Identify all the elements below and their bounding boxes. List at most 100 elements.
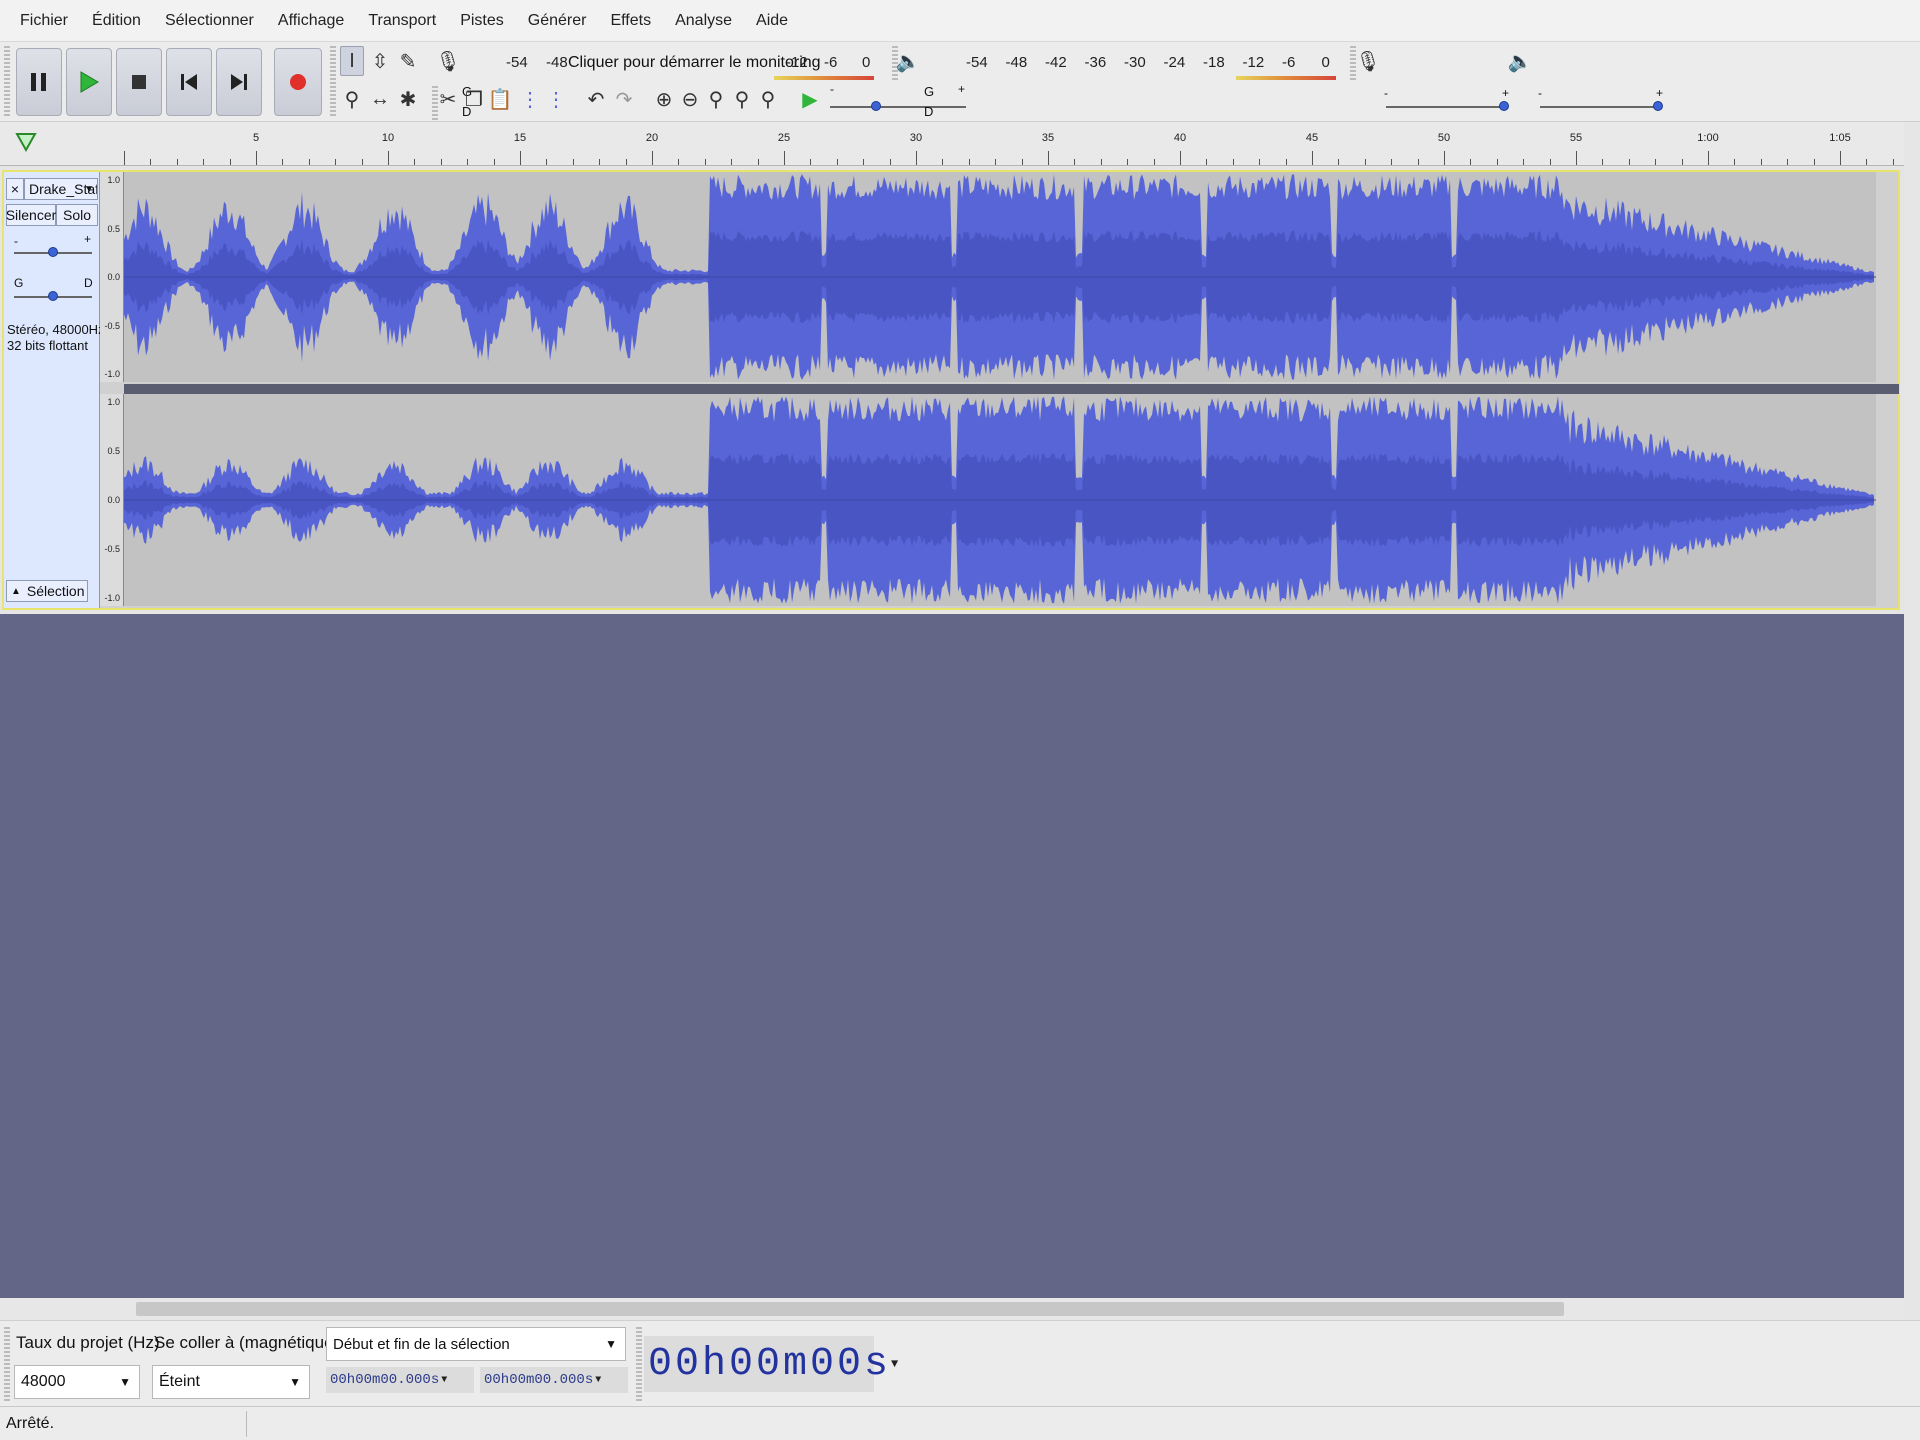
- menu-item[interactable]: Analyse: [663, 0, 744, 42]
- menu-item[interactable]: Effets: [598, 0, 663, 42]
- timeline-tick: [1681, 159, 1683, 165]
- waveform-channel-left[interactable]: [124, 172, 1876, 382]
- timeline-tick: [942, 159, 944, 165]
- empty-track-area[interactable]: [0, 614, 1920, 1298]
- skip-end-icon: [231, 74, 247, 90]
- time-shift-tool-icon[interactable]: ↔: [368, 84, 392, 114]
- timeline-tick: [1391, 159, 1393, 165]
- pan-right-label: D: [84, 276, 93, 290]
- timeline-label: 1:00: [1697, 132, 1719, 144]
- multi-tool-icon[interactable]: ✱: [396, 84, 420, 114]
- selection-end-time[interactable]: 00h00m00.000s ▼: [480, 1367, 628, 1393]
- track-format: Stéréo, 48000Hz: [7, 322, 105, 337]
- playback-meter[interactable]: -54 -48 -42 -36 -30 -24 -18 -12 -6 0: [936, 46, 1336, 82]
- redo-icon[interactable]: ↷: [612, 84, 636, 114]
- menu-item[interactable]: Transport: [356, 0, 448, 42]
- draw-tool-icon[interactable]: ✎: [396, 46, 420, 76]
- pause-button[interactable]: [16, 48, 62, 116]
- track-control-panel[interactable]: × Drake_Staff ▼ Silencer Solo - + G D St…: [4, 172, 105, 608]
- skip-to-start-button[interactable]: [166, 48, 212, 116]
- timeline-ruler[interactable]: 5 10 15 20 25 30 35 40 45 50 55 1:00 1:05: [0, 122, 1920, 166]
- timeline-tick: [1708, 151, 1709, 165]
- envelope-tool-icon[interactable]: ⇳: [368, 46, 392, 76]
- gain-slider-thumb[interactable]: [48, 247, 58, 257]
- toolbar-grip[interactable]: [330, 46, 336, 118]
- fit-project-icon[interactable]: ⚲: [730, 84, 754, 114]
- chevron-down-icon: ▼: [441, 1374, 448, 1386]
- menu-item[interactable]: Affichage: [266, 0, 356, 42]
- vertical-scrollbar[interactable]: [1904, 122, 1920, 1320]
- timeline-options-icon[interactable]: [14, 130, 38, 159]
- timeline-tick: [995, 159, 997, 165]
- timeline-tick: [467, 159, 469, 165]
- close-track-button[interactable]: ×: [6, 178, 24, 200]
- selection-end-value: 00h00m00.000s: [484, 1372, 594, 1388]
- selection-tool-icon[interactable]: I: [340, 46, 364, 76]
- menu-item[interactable]: Édition: [80, 0, 153, 42]
- record-button[interactable]: [274, 48, 322, 116]
- toolbar-grip[interactable]: [636, 1327, 642, 1401]
- mute-button[interactable]: Silencer: [6, 204, 56, 226]
- pan-slider-thumb[interactable]: [48, 291, 58, 301]
- timeline-tick: [1206, 159, 1208, 165]
- menu-item[interactable]: Aide: [744, 0, 800, 42]
- zoom-out-icon[interactable]: ⊖: [678, 84, 702, 114]
- play-at-speed-icon[interactable]: ▶: [798, 84, 822, 114]
- zoom-tool-icon[interactable]: ⚲: [340, 84, 364, 114]
- solo-button[interactable]: Solo: [56, 204, 98, 226]
- timeline-tick: [1153, 159, 1155, 165]
- chevron-down-icon: ▼: [891, 1357, 902, 1371]
- timeline-tick: [1866, 159, 1868, 165]
- toolbar-area: I ⇳ ✎ ⚲ ↔ ✱ 🎙 G D -54 -48 Cliquer pour d…: [0, 42, 1920, 122]
- timeline-label: 45: [1305, 132, 1319, 144]
- menu-item[interactable]: Fichier: [8, 0, 80, 42]
- timeline-tick: [757, 159, 759, 165]
- undo-icon[interactable]: ↶: [584, 84, 608, 114]
- playback-speed-slider-thumb[interactable]: [871, 101, 881, 111]
- record-volume-plus: +: [1502, 86, 1510, 100]
- cut-icon[interactable]: ✂: [436, 84, 460, 114]
- record-volume-slider-thumb[interactable]: [1499, 101, 1509, 111]
- skip-to-end-button[interactable]: [216, 48, 262, 116]
- copy-icon[interactable]: ❐: [462, 84, 486, 114]
- horizontal-scrollbar-thumb[interactable]: [136, 1302, 1564, 1316]
- stop-button[interactable]: [116, 48, 162, 116]
- speaker-icon[interactable]: 🔈: [896, 46, 921, 76]
- fit-selection-icon[interactable]: ⚲: [704, 84, 728, 114]
- snap-to-select[interactable]: Éteint ▼: [152, 1365, 310, 1399]
- track-select-button[interactable]: ▲ Sélection: [6, 580, 88, 602]
- track-select-label: Sélection: [26, 583, 85, 599]
- status-bar: Arrêté.: [0, 1406, 1920, 1440]
- waveform-channel-right[interactable]: [124, 394, 1876, 606]
- playback-volume-slider-thumb[interactable]: [1653, 101, 1663, 111]
- horizontal-scrollbar[interactable]: [0, 1298, 1904, 1320]
- menu-item[interactable]: Générer: [516, 0, 599, 42]
- playback-volume-slider[interactable]: [1540, 106, 1660, 108]
- timeline-tick: [1576, 151, 1577, 165]
- silence-icon[interactable]: ⋮: [544, 84, 568, 114]
- project-rate-select[interactable]: 48000 ▼: [14, 1365, 140, 1399]
- audio-position-display[interactable]: 00h00m00s ▼: [644, 1336, 898, 1392]
- toolbar-grip[interactable]: [4, 46, 10, 118]
- record-meter[interactable]: -54 -48 Cliquer pour démarrer le monitor…: [474, 46, 874, 82]
- zoom-in-icon[interactable]: ⊕: [652, 84, 676, 114]
- playback-speed-slider[interactable]: [830, 106, 966, 108]
- trim-icon[interactable]: ⋮: [518, 84, 542, 114]
- timeline-tick: [704, 159, 706, 165]
- selection-start-time[interactable]: 00h00m00.000s ▼: [326, 1367, 474, 1393]
- microphone-icon[interactable]: 🎙: [435, 46, 460, 76]
- timeline-label: 25: [777, 132, 791, 144]
- pan-left-label: G: [14, 276, 24, 290]
- toolbar-grip[interactable]: [4, 1327, 10, 1401]
- play-button[interactable]: [66, 48, 112, 116]
- timeline-tick: [308, 159, 310, 165]
- paste-icon[interactable]: 📋: [488, 84, 513, 114]
- record-volume-slider[interactable]: [1386, 106, 1506, 108]
- timeline-tick: [176, 159, 178, 165]
- menu-item[interactable]: Sélectionner: [153, 0, 266, 42]
- menu-item[interactable]: Pistes: [448, 0, 516, 42]
- zoom-toggle-icon[interactable]: ⚲: [756, 84, 780, 114]
- timeline-tick: [1470, 159, 1472, 165]
- selection-mode-select[interactable]: Début et fin de la sélection ▼: [326, 1327, 626, 1361]
- track-name-menu[interactable]: Drake_Staff ▼: [24, 178, 98, 200]
